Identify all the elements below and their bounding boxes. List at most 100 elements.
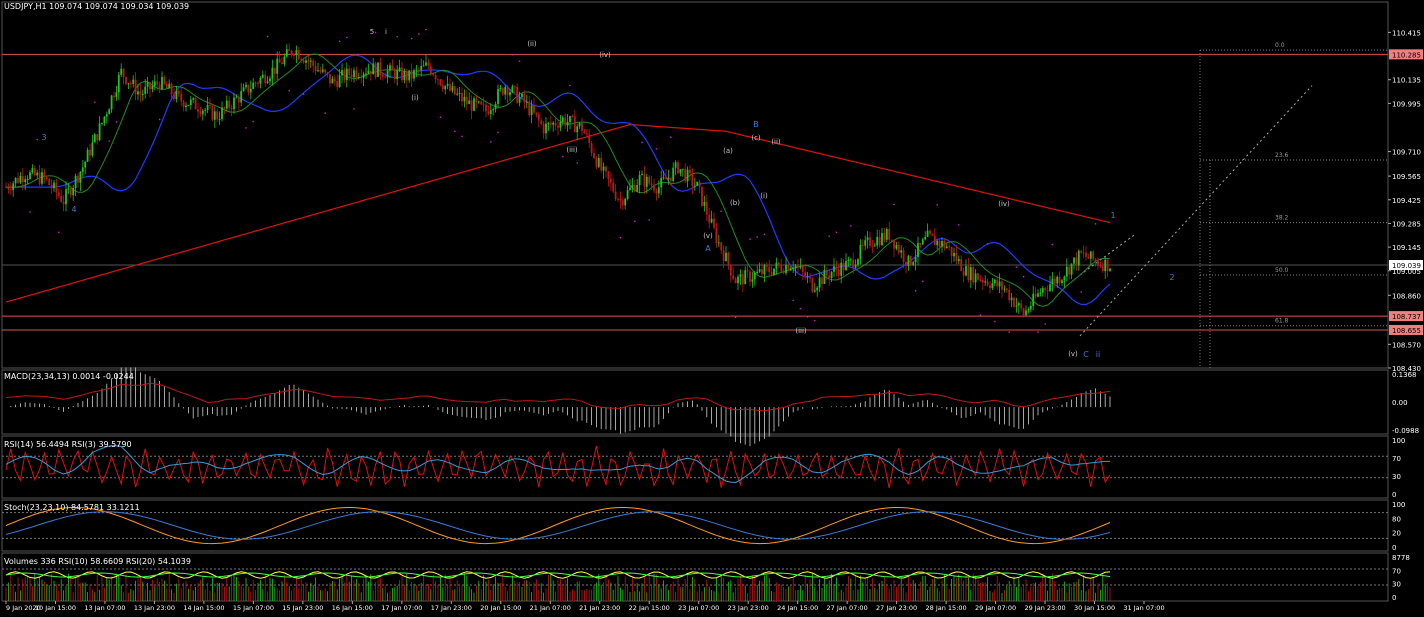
fractal-dot: [454, 130, 456, 133]
candle-body: [413, 70, 415, 79]
candle-body: [321, 69, 324, 72]
candle-body: [379, 62, 382, 75]
candle-body: [523, 94, 526, 103]
candle-body: [576, 126, 579, 133]
candle-body: [273, 67, 276, 74]
candle-body: [489, 110, 492, 114]
candle-body: [468, 100, 471, 105]
candle-body: [686, 169, 689, 182]
price-tick-label: 109.995: [1392, 100, 1421, 108]
candle-body: [307, 60, 310, 62]
candle-body: [936, 240, 939, 246]
fractal-dot: [641, 141, 643, 144]
candle-body: [816, 287, 819, 291]
fractal-dot: [922, 280, 924, 283]
candle-body: [271, 67, 274, 79]
candle-body: [677, 162, 679, 174]
candle-body: [974, 273, 977, 283]
candle-body: [5, 187, 7, 189]
candle-body: [638, 175, 641, 186]
fractal-dot: [374, 31, 377, 34]
candle-body: [297, 50, 300, 59]
candle-body: [547, 122, 550, 124]
candle-body: [909, 256, 912, 265]
candle-body: [149, 82, 151, 90]
candle-body: [609, 178, 612, 183]
candle-body: [953, 252, 955, 257]
candle-body: [177, 90, 180, 95]
candle-body: [737, 276, 739, 284]
candle-body: [1025, 310, 1027, 316]
candle-body: [9, 189, 12, 191]
candle-body: [165, 83, 168, 89]
candle-body: [746, 270, 749, 272]
candle-body: [233, 97, 235, 110]
candle-body: [761, 269, 763, 275]
stoch-tick-label: 0: [1392, 544, 1396, 552]
stoch-tick-label: 20: [1392, 530, 1401, 538]
candle-body: [782, 271, 785, 274]
fractal-dot: [634, 220, 636, 223]
candle-body: [105, 114, 108, 117]
candle-body: [1087, 256, 1090, 259]
wave-label-blue: 3: [41, 133, 46, 142]
fractal-dot: [792, 299, 794, 302]
time-tick-label: 23 Jan 07:00: [678, 604, 719, 612]
time-tick-label: 27 Jan 07:00: [827, 604, 868, 612]
candle-body: [453, 86, 456, 95]
fractal-dot: [338, 40, 341, 43]
candle-body: [389, 65, 391, 71]
time-tick-label: 24 Jan 15:00: [777, 604, 818, 612]
candle-body: [369, 70, 372, 75]
candle-body: [192, 98, 195, 100]
candle-body: [285, 49, 288, 57]
fib-level-label: 61.8: [1275, 318, 1289, 325]
candle-body: [955, 252, 958, 262]
candle-body: [31, 168, 34, 173]
fractal-dot: [346, 36, 348, 39]
candle-body: [792, 267, 795, 269]
candle-body: [477, 101, 480, 103]
chart-window[interactable]: 110.415 110.135 109.995 109.710 109.565 109.4…: [0, 0, 1424, 617]
wave-label: i: [385, 28, 387, 36]
wave-label-blue: ii: [1096, 350, 1100, 359]
candle-body: [1022, 308, 1025, 316]
candle-body: [1029, 306, 1032, 310]
candle-body: [144, 86, 147, 94]
candle-body: [410, 70, 413, 79]
candle-body: [81, 167, 84, 172]
candle-body: [566, 122, 569, 126]
candle-body: [163, 76, 166, 84]
candle-body: [926, 230, 929, 237]
candle-body: [744, 270, 747, 285]
candle-body: [583, 131, 586, 134]
candle-body: [885, 228, 888, 240]
fractal-dot: [1037, 331, 1039, 333]
price-chart[interactable]: 110.415 110.135 109.995 109.710 109.565 109.4…: [0, 0, 1424, 617]
candle-body: [237, 97, 240, 103]
candle-body: [866, 237, 869, 241]
candle-body: [960, 259, 963, 272]
candle-body: [170, 83, 173, 95]
candle-body: [621, 200, 624, 206]
candle-body: [461, 93, 463, 102]
candle-body: [732, 275, 735, 279]
candle-body: [821, 277, 823, 284]
candle-body: [631, 184, 634, 188]
fractal-dot: [302, 93, 305, 95]
candle-body: [1058, 276, 1061, 283]
candle-body: [324, 69, 327, 73]
candle-body: [905, 261, 907, 266]
candles: [5, 43, 1111, 318]
candle-body: [24, 179, 27, 183]
candle-body: [681, 168, 684, 170]
price-tick-label: 108.570: [1392, 341, 1421, 349]
candle-body: [861, 244, 864, 246]
rsi3-line: [5, 445, 1111, 489]
candle-body: [669, 177, 672, 181]
candle-body: [1068, 266, 1071, 275]
candle-body: [571, 116, 574, 118]
candle-body: [799, 266, 802, 268]
candle-body: [43, 172, 46, 178]
candle-body: [127, 83, 130, 85]
